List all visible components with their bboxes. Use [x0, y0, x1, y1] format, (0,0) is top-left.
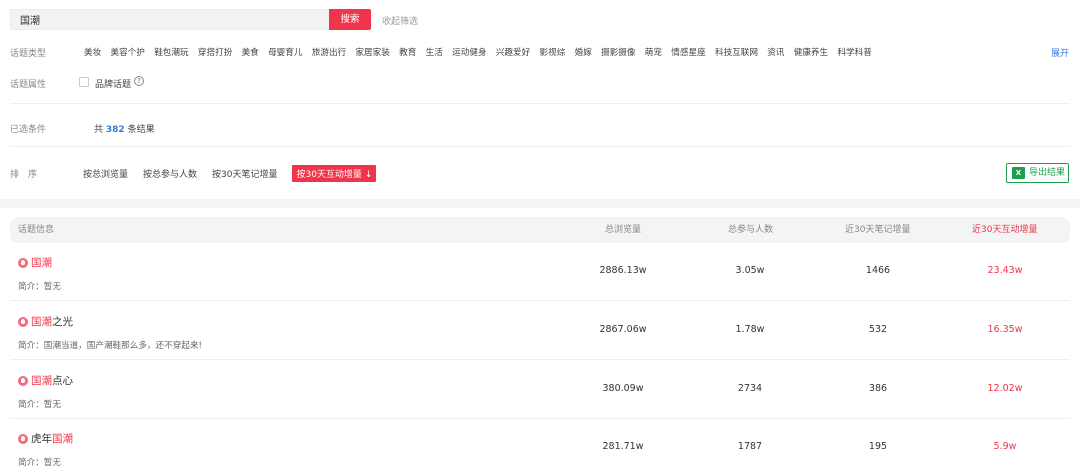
brand-topic-checkbox[interactable] — [79, 77, 89, 87]
topic-prefix: 虎年 — [31, 433, 52, 445]
table-row[interactable]: 国潮 简介：暂无 2886.13w 3.05w 1466 23.43w — [10, 243, 1070, 301]
cell-views: 281.71w — [602, 441, 644, 452]
category-item[interactable]: 美妆 — [84, 46, 101, 58]
result-suffix: 条结果 — [127, 125, 155, 135]
topic-suffix: 点心 — [52, 375, 73, 387]
topic-name[interactable]: 国潮 点心 — [18, 373, 73, 388]
export-button[interactable]: X 导出结果 — [1006, 163, 1069, 183]
topic-highlight: 国潮 — [31, 316, 52, 328]
topic-type-label: 话题类型 — [10, 49, 47, 59]
cell-views: 2886.13w — [599, 265, 647, 276]
table-row[interactable]: 虎年 国潮 简介：暂无 281.71w 1787 195 5.9w — [10, 419, 1070, 476]
category-item[interactable]: 生活 — [426, 46, 443, 58]
divider — [10, 146, 1070, 147]
sort-options: 按总浏览量 按总参与人数 按30天笔记增量 按30天互动增量 ↓ — [83, 165, 377, 182]
category-item[interactable]: 资讯 — [767, 46, 784, 58]
expand-link[interactable]: 展开 — [1051, 46, 1069, 59]
topic-intro: 简介：暂无 — [18, 458, 61, 468]
section-separator — [0, 199, 1080, 208]
fire-icon — [18, 375, 28, 386]
table-header: 话题信息 总浏览量 总参与人数 近30天笔记增量 近30天互动增量 — [10, 217, 1070, 243]
sort-down-icon: ↓ — [364, 170, 373, 180]
topic-highlight: 国潮 — [31, 375, 52, 387]
search-button[interactable]: 搜索 — [329, 9, 371, 30]
cell-participants: 1.78w — [735, 324, 765, 335]
cell-interactions: 12.02w — [987, 383, 1023, 394]
category-item[interactable]: 鞋包潮玩 — [154, 46, 188, 58]
category-item[interactable]: 美容个护 — [111, 46, 145, 58]
excel-icon: X — [1012, 167, 1025, 179]
sort-label: 排 序 — [10, 170, 38, 180]
category-item[interactable]: 摄影摄像 — [601, 46, 635, 58]
category-list: 美妆 美容个护 鞋包潮玩 穿搭打扮 美食 母婴育儿 旅游出行 家居家装 教育 生… — [84, 46, 881, 58]
cell-notes: 386 — [868, 383, 888, 394]
cell-notes: 532 — [868, 324, 888, 335]
collapse-filter-link[interactable]: 收起筛选 — [382, 14, 418, 27]
col-interactions-30d[interactable]: 近30天互动增量 — [972, 217, 1037, 243]
topic-name[interactable]: 国潮 之光 — [18, 314, 73, 329]
cell-notes: 195 — [868, 441, 888, 452]
category-item[interactable]: 科学科普 — [837, 46, 871, 58]
result-summary: 共 382 条结果 — [94, 122, 155, 135]
topic-highlight: 国潮 — [52, 433, 73, 445]
category-item[interactable]: 穿搭打扮 — [198, 46, 232, 58]
topic-intro: 简介：暂无 — [18, 282, 61, 292]
fire-icon — [18, 316, 28, 327]
table-row[interactable]: 国潮 点心 简介：暂无 380.09w 2734 386 12.02w — [10, 361, 1070, 419]
category-item[interactable]: 萌宠 — [645, 46, 662, 58]
col-total-participants[interactable]: 总参与人数 — [728, 217, 773, 243]
cell-participants: 1787 — [737, 441, 763, 452]
cell-participants: 3.05w — [735, 265, 765, 276]
result-count: 382 — [105, 125, 125, 135]
category-item[interactable]: 家居家装 — [355, 46, 389, 58]
sort-active-label: 按30天互动增量 — [296, 170, 362, 180]
fire-icon — [18, 433, 28, 444]
table-row[interactable]: 国潮 之光 简介：国潮当道，国产潮鞋那么多，还不穿起来! 2867.06w 1.7… — [10, 302, 1070, 360]
col-topic-info: 话题信息 — [18, 225, 55, 235]
category-item[interactable]: 旅游出行 — [312, 46, 346, 58]
cell-interactions: 23.43w — [987, 265, 1023, 276]
category-item[interactable]: 科技互联网 — [715, 46, 758, 58]
topic-name[interactable]: 虎年 国潮 — [18, 431, 73, 446]
result-prefix: 共 — [94, 125, 104, 135]
category-item[interactable]: 母婴育儿 — [268, 46, 302, 58]
fire-icon — [18, 257, 28, 268]
divider — [10, 103, 1070, 104]
cell-interactions: 5.9w — [993, 441, 1017, 452]
cell-notes: 1466 — [865, 265, 891, 276]
selected-label: 已选条件 — [10, 125, 47, 135]
sort-by-participants[interactable]: 按总参与人数 — [143, 167, 197, 180]
category-item[interactable]: 美食 — [242, 46, 259, 58]
category-item[interactable]: 情感星座 — [671, 46, 705, 58]
cell-views: 380.09w — [602, 383, 644, 394]
topic-name[interactable]: 国潮 — [18, 255, 52, 270]
category-item[interactable]: 影视综 — [540, 46, 566, 58]
col-total-views[interactable]: 总浏览量 — [605, 217, 641, 243]
cell-views: 2867.06w — [599, 324, 647, 335]
topic-attr-label: 话题属性 — [10, 80, 47, 90]
sort-by-interactions[interactable]: 按30天互动增量 ↓ — [292, 165, 377, 182]
category-item[interactable]: 兴趣爱好 — [496, 46, 530, 58]
topic-intro: 简介：国潮当道，国产潮鞋那么多，还不穿起来! — [18, 341, 202, 351]
sort-by-views[interactable]: 按总浏览量 — [83, 167, 128, 180]
category-item[interactable]: 婚嫁 — [575, 46, 592, 58]
topic-highlight: 国潮 — [31, 257, 52, 269]
brand-topic-label[interactable]: 品牌话题 — [95, 77, 131, 90]
category-item[interactable]: 教育 — [399, 46, 416, 58]
category-item[interactable]: 运动健身 — [452, 46, 486, 58]
help-icon[interactable]: ? — [134, 76, 144, 86]
col-notes-30d[interactable]: 近30天笔记增量 — [845, 217, 910, 243]
cell-interactions: 16.35w — [987, 324, 1023, 335]
topic-suffix: 之光 — [52, 316, 73, 328]
export-label: 导出结果 — [1029, 168, 1066, 178]
search-input[interactable] — [10, 9, 329, 30]
sort-by-notes[interactable]: 按30天笔记增量 — [212, 167, 277, 180]
category-item[interactable]: 健康养生 — [794, 46, 828, 58]
topic-intro: 简介：暂无 — [18, 400, 61, 410]
cell-participants: 2734 — [737, 383, 763, 394]
